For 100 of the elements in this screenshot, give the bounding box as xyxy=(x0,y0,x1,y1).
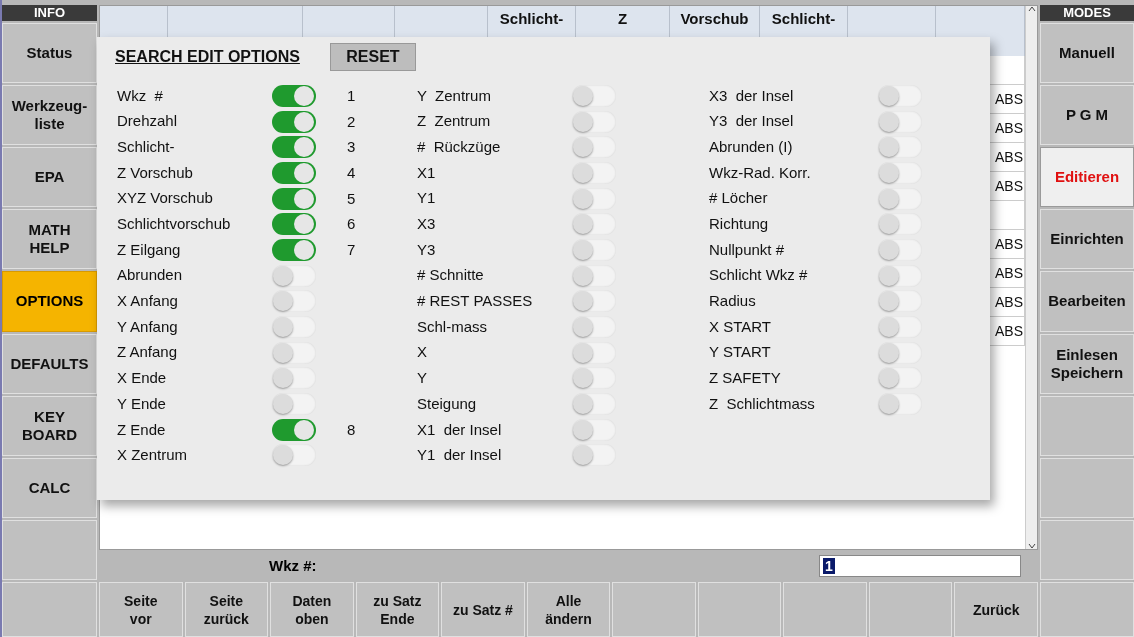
side-key[interactable]: MATH HELP xyxy=(2,209,97,270)
toggle-switch[interactable] xyxy=(572,264,616,287)
toggle-switch[interactable] xyxy=(878,110,922,133)
side-key[interactable]: Status xyxy=(2,23,97,84)
toggle-switch[interactable] xyxy=(272,444,316,467)
side-key[interactable]: Manuell xyxy=(1040,23,1134,84)
toggle-switch[interactable] xyxy=(572,84,616,107)
softkey[interactable]: Alle ändern xyxy=(526,582,611,637)
softkey[interactable]: Seite zurück xyxy=(184,582,269,637)
option-label: Steigung xyxy=(417,393,478,414)
scroll-down-icon[interactable] xyxy=(1027,543,1036,549)
reset-button[interactable]: RESET xyxy=(329,42,416,71)
option-label: Z Ende xyxy=(117,419,167,440)
option-label: XYZ Vorschub xyxy=(117,188,214,209)
toggle-switch[interactable] xyxy=(878,213,922,236)
toggle-switch[interactable] xyxy=(878,136,922,159)
toggle-switch[interactable] xyxy=(272,136,316,159)
option-label: Y START xyxy=(709,342,772,363)
side-key[interactable]: OPTIONS xyxy=(2,271,97,332)
side-key[interactable]: DEFAULTS xyxy=(2,333,97,394)
toggle-switch[interactable] xyxy=(272,187,316,210)
toggle-switch[interactable] xyxy=(572,290,616,313)
blank-key[interactable] xyxy=(2,582,97,637)
toggle-switch[interactable] xyxy=(878,187,922,210)
toggle-switch[interactable] xyxy=(878,238,922,261)
option-label: Y1 der Insel xyxy=(417,445,503,466)
blank-key[interactable] xyxy=(612,582,696,637)
softkey[interactable]: Daten oben xyxy=(270,582,354,637)
blank-key[interactable] xyxy=(1040,395,1134,456)
toggle-switch[interactable] xyxy=(272,290,316,313)
toggle-switch[interactable] xyxy=(572,418,616,441)
option-label: Z Vorschub xyxy=(117,162,194,183)
option-label: Wkz # xyxy=(117,85,164,106)
blank-key[interactable] xyxy=(697,582,782,637)
softkey[interactable]: zu Satz Ende xyxy=(355,582,440,637)
softkey[interactable]: zu Satz # xyxy=(441,582,525,637)
option-label: # Schnitte xyxy=(417,265,485,286)
blank-key[interactable] xyxy=(783,582,867,637)
toggle-switch[interactable] xyxy=(272,393,316,416)
option-label: X1 der Insel xyxy=(417,419,503,440)
option-label: Radius xyxy=(709,291,757,312)
toggle-switch[interactable] xyxy=(878,316,922,339)
toggle-switch[interactable] xyxy=(572,238,616,261)
toggle-switch[interactable] xyxy=(572,393,616,416)
toggle-switch[interactable] xyxy=(272,264,316,287)
toggle-switch[interactable] xyxy=(572,341,616,364)
side-key[interactable]: Einlesen Speichern xyxy=(1040,333,1134,394)
option-label: Drehzahl xyxy=(117,111,179,132)
option-label: Richtung xyxy=(709,214,770,235)
toggle-switch[interactable] xyxy=(272,418,316,441)
toggle-switch[interactable] xyxy=(572,367,616,390)
toggle-switch[interactable] xyxy=(878,367,922,390)
option-label: Y Zentrum xyxy=(417,85,492,106)
toggle-switch[interactable] xyxy=(572,161,616,184)
blank-key[interactable] xyxy=(2,519,97,580)
toggle-switch[interactable] xyxy=(272,238,316,261)
side-key[interactable]: EPA xyxy=(2,147,97,208)
toggle-switch[interactable] xyxy=(572,444,616,467)
blank-key[interactable] xyxy=(868,582,953,637)
toggle-switch[interactable] xyxy=(572,136,616,159)
side-key[interactable]: Einrichten xyxy=(1040,209,1134,270)
toggle-switch[interactable] xyxy=(878,264,922,287)
option-label: X Ende xyxy=(117,368,168,389)
blank-key[interactable] xyxy=(1040,582,1134,637)
toggle-switch[interactable] xyxy=(272,213,316,236)
toggle-switch[interactable] xyxy=(878,341,922,364)
option-label: Z SAFETY xyxy=(709,368,782,389)
toggle-switch[interactable] xyxy=(272,84,316,107)
softkey[interactable]: Seite vor xyxy=(99,582,183,637)
input-field[interactable]: 1 xyxy=(819,555,1021,577)
side-key[interactable]: KEY BOARD xyxy=(2,395,97,456)
toggle-switch[interactable] xyxy=(878,84,922,107)
side-key[interactable]: CALC xyxy=(2,457,97,518)
toggle-switch[interactable] xyxy=(272,316,316,339)
side-key[interactable]: Editieren xyxy=(1040,147,1134,208)
dialog-title: SEARCH EDIT OPTIONS xyxy=(115,46,300,67)
side-key[interactable]: Werkzeug- liste xyxy=(2,85,97,146)
side-key[interactable]: P G M xyxy=(1040,85,1134,146)
toggle-switch[interactable] xyxy=(878,393,922,416)
option-label: X3 der Insel xyxy=(709,85,795,106)
toggle-switch[interactable] xyxy=(572,187,616,210)
toggle-switch[interactable] xyxy=(572,110,616,133)
option-label: X3 xyxy=(417,214,437,235)
toggle-switch[interactable] xyxy=(878,290,922,313)
panel-title: INFO xyxy=(2,5,97,21)
toggle-switch[interactable] xyxy=(272,367,316,390)
order-number: 8 xyxy=(347,420,356,438)
scrollbar[interactable] xyxy=(1025,6,1037,549)
softkey[interactable]: Zurück xyxy=(954,582,1038,637)
toggle-switch[interactable] xyxy=(572,316,616,339)
toggle-switch[interactable] xyxy=(272,341,316,364)
blank-key[interactable] xyxy=(1040,457,1134,518)
scroll-up-icon[interactable] xyxy=(1027,6,1036,12)
toggle-switch[interactable] xyxy=(572,213,616,236)
toggle-switch[interactable] xyxy=(272,161,316,184)
side-key[interactable]: Bearbeiten xyxy=(1040,271,1134,332)
toggle-switch[interactable] xyxy=(878,161,922,184)
option-label: Schl-mass xyxy=(417,316,488,337)
toggle-switch[interactable] xyxy=(272,110,316,133)
order-number: 5 xyxy=(347,189,356,207)
